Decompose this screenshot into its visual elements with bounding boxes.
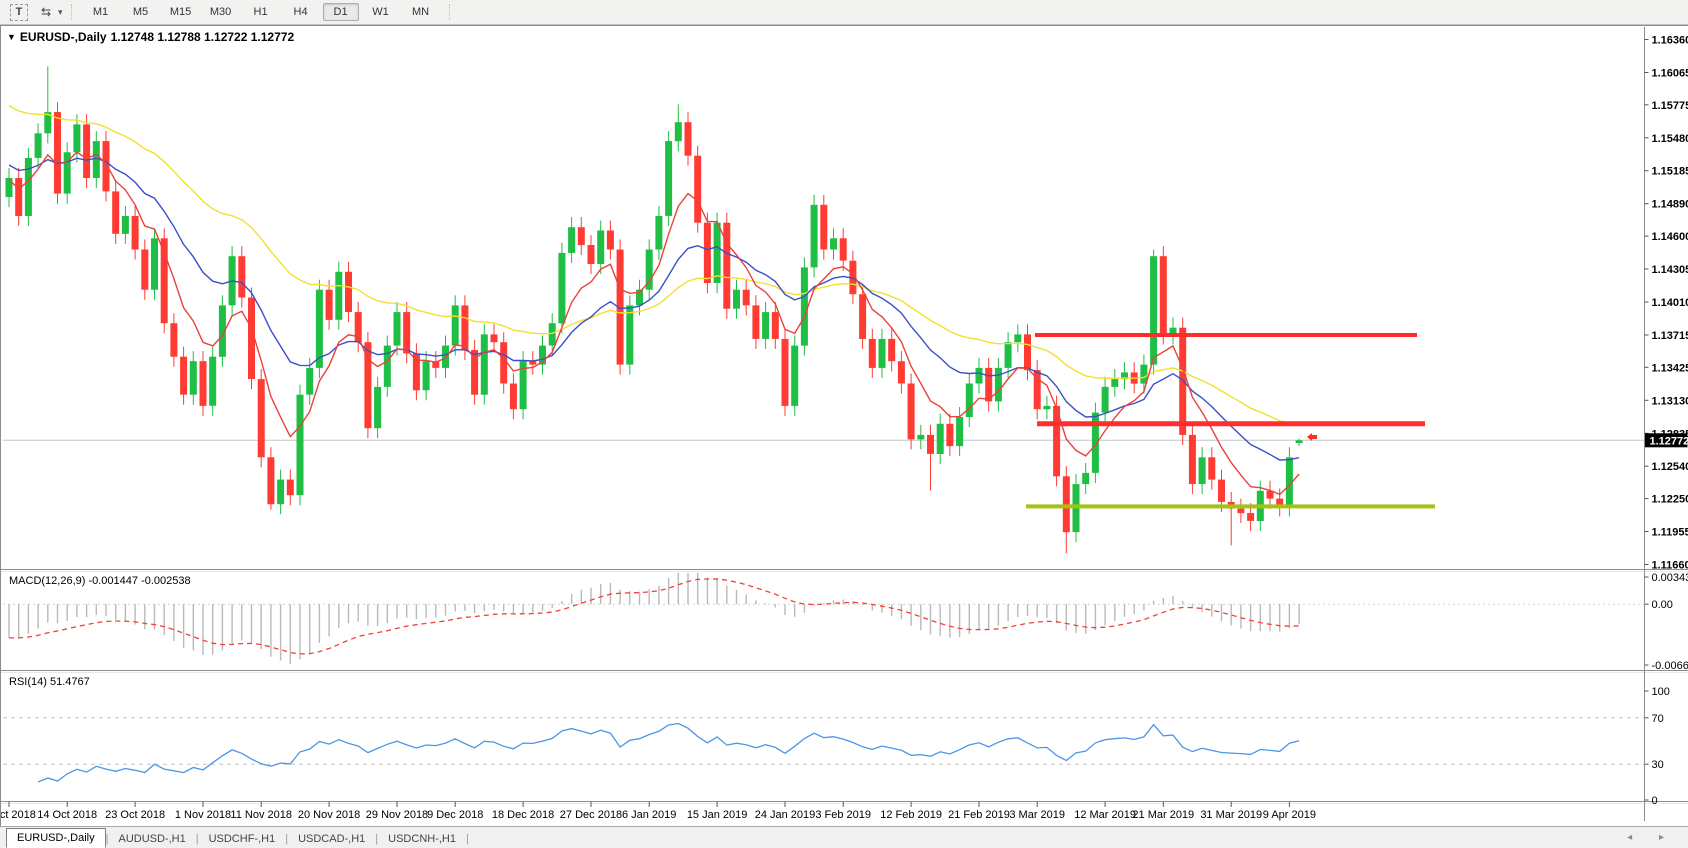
svg-text:12 Feb 2019: 12 Feb 2019: [880, 809, 942, 821]
svg-text:0.00: 0.00: [1652, 599, 1673, 611]
chart-title-dropdown-icon[interactable]: ▼: [7, 32, 16, 42]
tab-separator: |: [466, 833, 469, 848]
svg-text:1.14010: 1.14010: [1652, 297, 1688, 309]
styler-icon[interactable]: ⇆: [36, 3, 56, 21]
current-price-badge: 1.12772: [1650, 435, 1688, 447]
svg-text:20 Nov 2018: 20 Nov 2018: [298, 809, 360, 821]
macd-indicator-label: MACD(12,26,9) -0.001447 -0.002538: [9, 575, 191, 587]
svg-text:1.13425: 1.13425: [1652, 362, 1688, 374]
svg-text:1.16360: 1.16360: [1652, 35, 1688, 47]
timeframe-button-h1[interactable]: H1: [243, 3, 279, 21]
timeframe-button-h4[interactable]: H4: [283, 3, 319, 21]
chart-tab-usdchf-h1[interactable]: USDCHF-,H1: [199, 830, 286, 848]
chart-symbol-period: EURUSD-,Daily: [20, 30, 107, 44]
svg-text:21 Feb 2019: 21 Feb 2019: [948, 809, 1010, 821]
svg-text:30: 30: [1652, 759, 1664, 771]
svg-text:1.14600: 1.14600: [1652, 231, 1688, 243]
chart-tab-usdcnh-h1[interactable]: USDCNH-,H1: [378, 830, 466, 848]
timeframe-button-m5[interactable]: M5: [123, 3, 159, 21]
svg-text:1.11955: 1.11955: [1652, 527, 1688, 539]
svg-text:15 Jan 2019: 15 Jan 2019: [687, 809, 748, 821]
svg-text:21 Mar 2019: 21 Mar 2019: [1132, 809, 1194, 821]
symbol-tab-bar: EURUSD-,Daily|AUDUSD-,H1|USDCHF-,H1|USDC…: [0, 826, 1688, 848]
svg-text:1.12540: 1.12540: [1652, 461, 1688, 473]
chart-tab-eurusd-daily[interactable]: EURUSD-,Daily: [6, 828, 106, 848]
svg-text:14 Oct 2018: 14 Oct 2018: [37, 809, 97, 821]
svg-text:1.13130: 1.13130: [1652, 395, 1688, 407]
svg-text:1.13715: 1.13715: [1652, 330, 1688, 342]
chart-tab-usdcad-h1[interactable]: USDCAD-,H1: [288, 830, 375, 848]
svg-text:24 Jan 2019: 24 Jan 2019: [755, 809, 816, 821]
timeframe-button-m30[interactable]: M30: [203, 3, 239, 21]
svg-text:1.14305: 1.14305: [1652, 264, 1688, 276]
svg-text:1.16065: 1.16065: [1652, 68, 1688, 80]
svg-text:1 Nov 2018: 1 Nov 2018: [175, 809, 231, 821]
svg-text:1.15775: 1.15775: [1652, 100, 1688, 112]
timeframe-button-m15[interactable]: M15: [163, 3, 199, 21]
svg-text:1.12250: 1.12250: [1652, 494, 1688, 506]
svg-text:11 Nov 2018: 11 Nov 2018: [230, 809, 292, 821]
tab-scroll-arrows[interactable]: ◂ ▸: [1627, 832, 1676, 843]
svg-text:27 Dec 2018: 27 Dec 2018: [560, 809, 622, 821]
top-toolbar: T ⇆ ▾ M1M5M15M30H1H4D1W1MN: [0, 0, 1688, 25]
svg-text:-0.006686: -0.006686: [1652, 660, 1688, 672]
svg-text:70: 70: [1652, 713, 1664, 725]
chart-ohlc-values: 1.12748 1.12788 1.12722 1.12772: [111, 30, 295, 44]
svg-text:12 Mar 2019: 12 Mar 2019: [1074, 809, 1136, 821]
chart-canvas[interactable]: 1.16360 1.16065 1.15775 1.15480 1.15185 1.148…: [1, 26, 1688, 832]
timeframe-button-w1[interactable]: W1: [363, 3, 399, 21]
rsi-indicator-label: RSI(14) 51.4767: [9, 676, 90, 688]
svg-text:1.14890: 1.14890: [1652, 199, 1688, 211]
chart-window: 1.16360 1.16065 1.15775 1.15480 1.15185 1.148…: [0, 25, 1688, 826]
svg-text:1.15480: 1.15480: [1652, 133, 1688, 145]
svg-text:100: 100: [1652, 686, 1670, 698]
svg-text:1.15185: 1.15185: [1652, 166, 1688, 178]
toolbar-separator: [449, 4, 451, 20]
svg-text:23 Oct 2018: 23 Oct 2018: [105, 809, 165, 821]
svg-text:1.11660: 1.11660: [1652, 560, 1688, 572]
svg-text:0.003431: 0.003431: [1652, 572, 1688, 584]
svg-text:6 Jan 2019: 6 Jan 2019: [622, 809, 676, 821]
timeframe-button-m1[interactable]: M1: [83, 3, 119, 21]
timeframe-button-group: M1M5M15M30H1H4D1W1MN: [81, 3, 441, 21]
timeframe-button-mn[interactable]: MN: [403, 3, 439, 21]
svg-text:4 Oct 2018: 4 Oct 2018: [1, 809, 36, 821]
styler-dropdown-caret[interactable]: ▾: [58, 7, 63, 18]
chart-title: ▼ EURUSD-,Daily 1.12748 1.12788 1.12722 …: [7, 30, 294, 44]
terminal-window: T ⇆ ▾ M1M5M15M30H1H4D1W1MN 1.16360 1.1606…: [0, 0, 1688, 848]
timeframe-button-d1[interactable]: D1: [323, 3, 359, 21]
svg-text:9 Dec 2018: 9 Dec 2018: [427, 809, 483, 821]
svg-text:9 Apr 2019: 9 Apr 2019: [1263, 809, 1316, 821]
chart-tab-audusd-h1[interactable]: AUDUSD-,H1: [108, 830, 195, 848]
svg-text:29 Nov 2018: 29 Nov 2018: [366, 809, 428, 821]
svg-text:0: 0: [1652, 795, 1658, 807]
svg-text:3 Mar 2019: 3 Mar 2019: [1009, 809, 1065, 821]
svg-text:18 Dec 2018: 18 Dec 2018: [492, 809, 554, 821]
text-tool-icon[interactable]: T: [10, 4, 28, 21]
svg-text:31 Mar 2019: 31 Mar 2019: [1200, 809, 1262, 821]
svg-text:3 Feb 2019: 3 Feb 2019: [815, 809, 871, 821]
toolbar-separator: [71, 4, 73, 20]
